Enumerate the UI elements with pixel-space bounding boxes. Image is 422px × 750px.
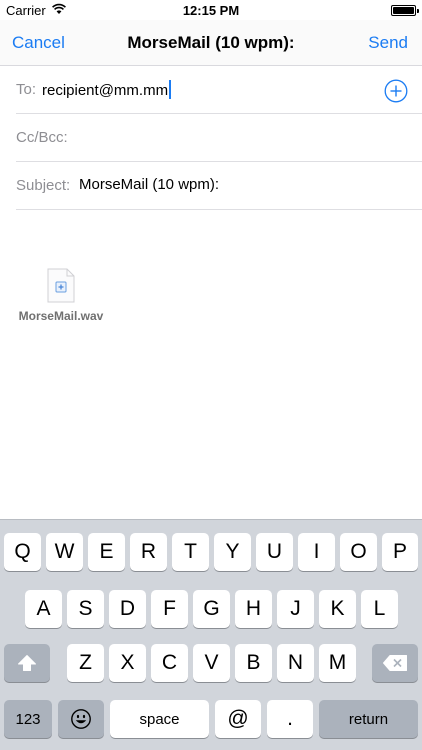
dot-key[interactable]: . (267, 700, 313, 738)
nav-bar: Cancel MorseMail (10 wpm): Send (0, 20, 422, 66)
key-p[interactable]: P (382, 533, 418, 571)
key-b[interactable]: B (235, 644, 272, 682)
key-x[interactable]: X (109, 644, 146, 682)
emoji-icon (71, 709, 91, 729)
key-c[interactable]: C (151, 644, 188, 682)
key-n[interactable]: N (277, 644, 314, 682)
delete-key[interactable] (372, 644, 418, 682)
audio-file-icon (47, 268, 75, 303)
key-a[interactable]: A (25, 590, 62, 628)
key-l[interactable]: L (361, 590, 398, 628)
cc-label: Cc/Bcc: (16, 129, 68, 146)
keyboard: Q W E R T Y U I O P A S D F G H J K L Z … (0, 519, 422, 750)
key-e[interactable]: E (88, 533, 125, 571)
key-q[interactable]: Q (4, 533, 41, 571)
delete-icon (383, 655, 407, 671)
key-g[interactable]: G (193, 590, 230, 628)
to-field-row[interactable]: To: recipient@mm.mm (16, 66, 422, 114)
shift-key[interactable] (4, 644, 50, 682)
key-t[interactable]: T (172, 533, 209, 571)
key-m[interactable]: M (319, 644, 356, 682)
at-key[interactable]: @ (215, 700, 261, 738)
subject-field-row[interactable]: Subject: MorseMail (10 wpm): (16, 162, 422, 210)
key-u[interactable]: U (256, 533, 293, 571)
key-r[interactable]: R (130, 533, 167, 571)
key-d[interactable]: D (109, 590, 146, 628)
key-y[interactable]: Y (214, 533, 251, 571)
key-w[interactable]: W (46, 533, 83, 571)
key-i[interactable]: I (298, 533, 335, 571)
to-value: recipient@mm.mm (42, 82, 169, 99)
key-j[interactable]: J (277, 590, 314, 628)
key-o[interactable]: O (340, 533, 377, 571)
subject-label: Subject: (16, 177, 71, 194)
attachment-filename: MorseMail.wav (18, 309, 104, 323)
subject-field[interactable]: MorseMail (10 wpm): (79, 176, 219, 193)
cancel-button[interactable]: Cancel (12, 33, 65, 53)
send-button[interactable]: Send (368, 33, 408, 53)
key-f[interactable]: F (151, 590, 188, 628)
text-cursor (169, 80, 172, 99)
key-k[interactable]: K (319, 590, 356, 628)
key-z[interactable]: Z (67, 644, 104, 682)
key-h[interactable]: H (235, 590, 272, 628)
status-time: 12:15 PM (182, 3, 240, 18)
numbers-key[interactable]: 123 (4, 700, 52, 738)
to-field[interactable]: recipient@mm.mm (42, 80, 172, 99)
attachment[interactable]: MorseMail.wav (14, 268, 108, 323)
return-key[interactable]: return (319, 700, 418, 738)
key-s[interactable]: S (67, 590, 104, 628)
key-v[interactable]: V (193, 644, 230, 682)
shift-icon (18, 655, 36, 671)
status-bar: Carrier 12:15 PM (0, 0, 422, 20)
cc-field-row[interactable]: Cc/Bcc: (16, 114, 422, 162)
to-label: To: (16, 81, 37, 98)
plus-circle-icon[interactable] (384, 79, 408, 103)
battery-icon (391, 5, 419, 16)
space-key[interactable]: space (110, 700, 209, 738)
emoji-key[interactable] (58, 700, 104, 738)
